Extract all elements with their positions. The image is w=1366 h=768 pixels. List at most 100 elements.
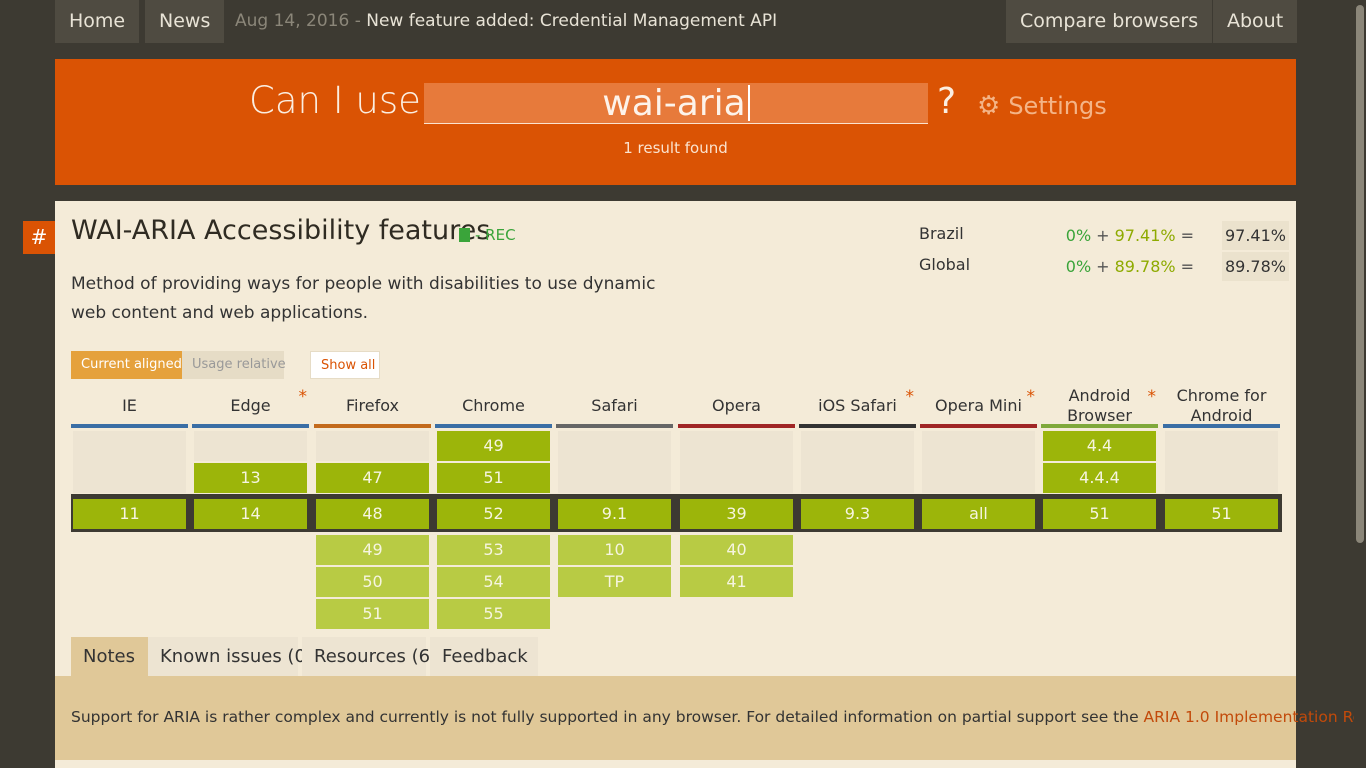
browser-name[interactable]: Edge: [192, 384, 309, 428]
browser-name[interactable]: Opera: [678, 384, 795, 428]
support-cell[interactable]: 4.4: [1043, 431, 1156, 461]
support-cell[interactable]: 40: [680, 535, 793, 565]
nav-home-link[interactable]: Home: [55, 0, 140, 43]
support-cell[interactable]: 11: [73, 499, 186, 529]
usage-row-brazil: Brazil 0% +97.41% = 97.41%: [919, 221, 1289, 252]
implementation-report-link[interactable]: ARIA 1.0 Implementation Report: [1144, 708, 1366, 726]
support-cell[interactable]: 14: [194, 499, 307, 529]
nav-compare-link[interactable]: Compare browsers: [1006, 0, 1213, 43]
support-cell[interactable]: 48: [316, 499, 429, 529]
browser-name[interactable]: Chrome for Android: [1163, 384, 1280, 428]
top-nav: Home News Aug 14, 2016 - New feature add…: [55, 0, 1298, 43]
support-cell[interactable]: TP: [558, 567, 671, 597]
notes-body-text: Support for ARIA is rather complex and c…: [71, 708, 1144, 726]
scrollbar[interactable]: [1354, 0, 1366, 768]
search-header: Can I use wai-aria ? ⚙ Settings 1 result …: [55, 59, 1296, 185]
support-cell[interactable]: [558, 431, 671, 493]
support-cell[interactable]: 54: [437, 567, 550, 597]
usage-partial: 89.78%: [1114, 257, 1176, 276]
support-cell[interactable]: 51: [437, 463, 550, 493]
spec-status: - REC: [475, 226, 516, 244]
feature-title: WAI-ARIA Accessibility features: [71, 215, 491, 246]
support-cell[interactable]: 51: [1043, 499, 1156, 529]
news-message[interactable]: New feature added: Credential Management…: [366, 11, 777, 31]
notes-text: Support for ARIA is rather complex and c…: [71, 708, 1366, 726]
notes-asterisk[interactable]: *: [1027, 387, 1036, 407]
plus-sign: +: [1096, 226, 1110, 245]
usage-total: 97.41%: [1222, 221, 1289, 250]
browser-name[interactable]: IE: [71, 384, 188, 428]
equals-sign: =: [1180, 257, 1194, 276]
support-cell[interactable]: 4.4.4: [1043, 463, 1156, 493]
search-query: wai-aria: [602, 83, 746, 124]
gear-icon: ⚙: [977, 91, 1001, 121]
settings-label: Settings: [1008, 92, 1107, 120]
browser-name[interactable]: iOS Safari: [799, 384, 916, 428]
support-cell[interactable]: [680, 431, 793, 493]
search-prefix: Can I use: [249, 79, 421, 122]
support-cell[interactable]: 52: [437, 499, 550, 529]
support-cell[interactable]: 55: [437, 599, 550, 629]
support-cell[interactable]: [801, 431, 914, 493]
support-cell[interactable]: [316, 431, 429, 461]
nav-news-link[interactable]: News: [145, 0, 225, 43]
support-cell[interactable]: 39: [680, 499, 793, 529]
tab-notes[interactable]: Notes: [71, 637, 154, 677]
browser-color-bar: [192, 424, 309, 428]
support-cell[interactable]: 50: [316, 567, 429, 597]
support-cell[interactable]: 49: [316, 535, 429, 565]
usage-region[interactable]: Brazil: [919, 224, 964, 243]
nav-about-link[interactable]: About: [1213, 0, 1298, 43]
support-cell[interactable]: 10: [558, 535, 671, 565]
notes-asterisk[interactable]: *: [299, 387, 308, 407]
support-cell[interactable]: 41: [680, 567, 793, 597]
plus-sign: +: [1096, 257, 1110, 276]
support-cell[interactable]: 53: [437, 535, 550, 565]
browser-name[interactable]: Chrome: [435, 384, 552, 428]
search-input[interactable]: wai-aria: [424, 83, 928, 124]
news-date: Aug 14, 2016 -: [235, 11, 361, 31]
browser-name[interactable]: Safari: [556, 384, 673, 428]
usage-breakdown: 0% +89.78% =: [1066, 257, 1199, 276]
feature-description: Method of providing ways for people with…: [71, 274, 656, 323]
browser-color-bar: [678, 424, 795, 428]
support-cell[interactable]: [922, 431, 1035, 493]
usage-region[interactable]: Global: [919, 255, 970, 274]
support-cell[interactable]: 9.3: [801, 499, 914, 529]
text-caret: [747, 85, 750, 121]
notes-asterisk[interactable]: *: [906, 387, 915, 407]
browser-name[interactable]: Opera Mini: [920, 384, 1037, 428]
support-cell[interactable]: all: [922, 499, 1035, 529]
browser-color-bar: [435, 424, 552, 428]
tab-known-issues[interactable]: Known issues (0): [148, 637, 313, 677]
usage-supported: 0%: [1065, 226, 1092, 245]
support-cell[interactable]: 47: [316, 463, 429, 493]
show-all-button[interactable]: Show all: [310, 351, 380, 379]
support-cell[interactable]: [194, 431, 307, 461]
feature-anchor-link[interactable]: #: [23, 221, 55, 254]
support-cell[interactable]: [73, 431, 186, 493]
tab-resources[interactable]: Resources (6): [302, 637, 437, 677]
news-ticker[interactable]: Aug 14, 2016 - New feature added: Creden…: [235, 0, 777, 43]
browser-name[interactable]: Android Browser: [1041, 384, 1158, 428]
spec-status-link[interactable]: - REC: [459, 226, 516, 244]
support-cell[interactable]: [1165, 431, 1278, 493]
browser-color-bar: [71, 424, 188, 428]
usage-supported: 0%: [1065, 257, 1092, 276]
browser-color-bar: [799, 424, 916, 428]
usage-relative-button[interactable]: Usage relative: [182, 351, 286, 379]
support-cell[interactable]: 51: [316, 599, 429, 629]
document-icon: [459, 228, 470, 242]
browser-name[interactable]: Firefox: [314, 384, 431, 428]
scrollbar-thumb[interactable]: [1356, 5, 1364, 543]
support-cell[interactable]: 49: [437, 431, 550, 461]
support-cell[interactable]: 9.1: [558, 499, 671, 529]
support-cell[interactable]: 13: [194, 463, 307, 493]
notes-asterisk[interactable]: *: [1148, 387, 1157, 407]
search-suffix: ?: [937, 81, 957, 122]
support-cell[interactable]: 51: [1165, 499, 1278, 529]
support-grid: IE 11 Edge * 13 14 Firefox 47 48 49 50 51 Chrome 49 51…: [71, 379, 1282, 639]
current-aligned-button[interactable]: Current aligned: [71, 351, 182, 379]
settings-button[interactable]: ⚙ Settings: [977, 91, 1107, 121]
tab-feedback[interactable]: Feedback: [430, 637, 538, 677]
